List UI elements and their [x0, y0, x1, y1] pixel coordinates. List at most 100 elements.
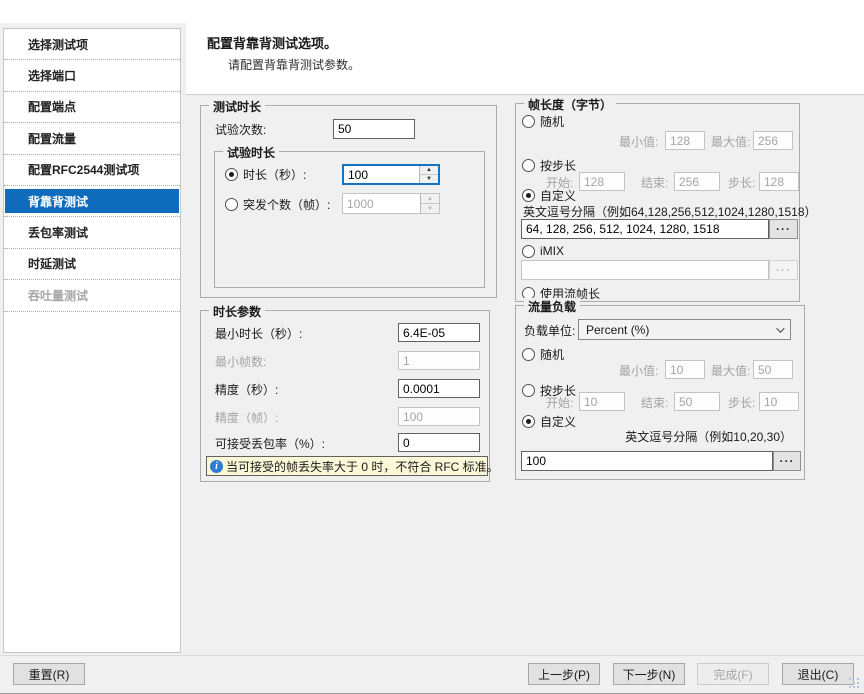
trials-input[interactable]	[333, 119, 415, 139]
radio-checked-icon	[522, 415, 535, 428]
sidebar-item-config-rfc2544[interactable]: 配置RFC2544测试项	[4, 155, 180, 186]
imix-browse-button: ···	[769, 260, 798, 280]
group-title: 试验时长	[223, 144, 279, 161]
radio-duration-seconds[interactable]: 时长（秒）:	[225, 166, 306, 183]
spin-down-icon[interactable]: ▼	[420, 175, 438, 183]
burst-frames-spinner: ▲ ▼	[342, 193, 440, 214]
radio-checked-icon	[522, 189, 535, 202]
next-button[interactable]: 下一步(N)	[613, 663, 685, 685]
frame-custom-hint: 英文逗号分隔（例如64,128,256,512,1024,1280,1518）	[523, 204, 817, 220]
radio-unchecked-icon	[522, 384, 535, 397]
sidebar-item-select-tests[interactable]: 选择测试项	[4, 29, 180, 60]
rfc-warning-text: 当可接受的帧丢失率大于 0 时，不符合 RFC 标准。	[226, 458, 499, 475]
min-label: 最小值:	[619, 134, 658, 150]
step-label: 步长:	[728, 175, 755, 191]
frame-min-input	[665, 131, 705, 150]
max-label: 最大值:	[711, 363, 750, 379]
load-custom-hint: 英文逗号分隔（例如10,20,30）	[625, 429, 792, 445]
chevron-down-icon	[776, 324, 784, 332]
radio-imix[interactable]: iMIX	[522, 244, 564, 258]
radio-label: 自定义	[540, 413, 576, 430]
load-end-input	[674, 392, 720, 411]
finish-button: 完成(F)	[697, 663, 769, 685]
precision-seconds-input[interactable]	[398, 379, 480, 398]
page-header: 配置背靠背测试选项。 请配置背靠背测试参数。	[186, 23, 864, 95]
duration-seconds-input[interactable]	[344, 166, 419, 183]
frame-step-input	[759, 172, 799, 191]
spin-up-icon[interactable]: ▲	[420, 166, 438, 175]
radio-frame-random[interactable]: 随机	[522, 113, 564, 130]
max-label: 最大值:	[711, 134, 750, 150]
load-unit-label: 负载单位:	[524, 323, 575, 339]
radio-label: 按步长	[540, 157, 576, 174]
load-min-input	[665, 360, 705, 379]
group-title: 帧长度（字节）	[524, 96, 616, 113]
frame-custom-browse-button[interactable]: ···	[769, 219, 798, 239]
trials-label: 试验次数:	[215, 122, 266, 138]
frame-end-input	[674, 172, 720, 191]
sidebar-item-back-to-back[interactable]: 背靠背测试	[4, 186, 180, 217]
load-start-input	[579, 392, 625, 411]
spin-up-icon: ▲	[421, 194, 439, 204]
radio-load-custom[interactable]: 自定义	[522, 413, 576, 430]
burst-frames-input	[343, 194, 420, 213]
info-icon: i	[210, 460, 223, 473]
load-custom-browse-button[interactable]: ···	[773, 451, 801, 471]
radio-label: 随机	[540, 346, 564, 363]
sidebar-item-label: 吞吐量测试	[4, 280, 180, 310]
sidebar-item-label: 配置RFC2544测试项	[4, 155, 180, 185]
radio-unchecked-icon	[522, 159, 535, 172]
radio-unchecked-icon	[522, 348, 535, 361]
prev-button[interactable]: 上一步(P)	[528, 663, 600, 685]
radio-frame-bystep[interactable]: 按步长	[522, 157, 576, 174]
radio-unchecked-icon	[522, 115, 535, 128]
precision-frames-label: 精度（帧）:	[215, 410, 278, 426]
load-unit-select[interactable]: Percent (%)	[578, 319, 791, 340]
load-unit-value: Percent (%)	[586, 323, 649, 337]
load-step-input	[759, 392, 799, 411]
radio-label: 突发个数（帧）:	[243, 196, 330, 213]
reset-button[interactable]: 重置(R)	[13, 663, 85, 685]
min-frames-input	[398, 351, 480, 370]
load-max-input	[753, 360, 793, 379]
min-duration-input[interactable]	[398, 323, 480, 342]
sidebar-item-frame-loss[interactable]: 丢包率测试	[4, 217, 180, 248]
top-band	[0, 0, 864, 23]
end-label: 结束:	[641, 395, 668, 411]
frame-custom-input[interactable]	[521, 219, 769, 239]
sidebar-item-label: 配置端点	[4, 92, 180, 122]
radio-unchecked-icon	[225, 198, 238, 211]
group-traffic-load: 流量负载 负载单位: Percent (%) 随机 最小值: 最大值: 按步长 …	[515, 305, 805, 480]
rfc-warning-bar: i 当可接受的帧丢失率大于 0 时，不符合 RFC 标准。	[206, 456, 488, 476]
sidebar-item-config-traffic[interactable]: 配置流量	[4, 123, 180, 154]
sidebar-item-select-ports[interactable]: 选择端口	[4, 60, 180, 91]
sidebar-item-config-endpoints[interactable]: 配置端点	[4, 92, 180, 123]
start-label: 开始:	[546, 395, 573, 411]
acceptable-loss-label: 可接受丢包率（%）:	[215, 436, 325, 452]
spinner-buttons: ▲ ▼	[420, 194, 439, 213]
radio-unchecked-icon	[522, 245, 535, 258]
radio-frame-custom[interactable]: 自定义	[522, 187, 576, 204]
page-subtitle: 请配置背靠背测试参数。	[228, 56, 360, 73]
sidebar-item-label: 选择测试项	[4, 29, 180, 59]
resize-grip-icon[interactable]	[849, 678, 861, 690]
acceptable-loss-input[interactable]	[398, 433, 480, 452]
radio-label: iMIX	[540, 244, 564, 258]
imix-input	[521, 260, 769, 280]
exit-button[interactable]: 退出(C)	[782, 663, 854, 685]
load-custom-input[interactable]	[521, 451, 773, 471]
duration-seconds-spinner[interactable]: ▲ ▼	[342, 164, 440, 185]
sidebar-item-latency[interactable]: 时延测试	[4, 249, 180, 280]
sidebar-item-throughput: 吞吐量测试	[4, 280, 180, 311]
precision-seconds-label: 精度（秒）:	[215, 382, 278, 398]
radio-load-random[interactable]: 随机	[522, 346, 564, 363]
sidebar-item-label: 选择端口	[4, 60, 180, 90]
spinner-buttons[interactable]: ▲ ▼	[419, 166, 438, 183]
group-title: 时长参数	[209, 303, 265, 320]
radio-checked-icon	[225, 168, 238, 181]
precision-frames-input	[398, 407, 480, 426]
group-title: 流量负载	[524, 298, 580, 315]
end-label: 结束:	[641, 175, 668, 191]
radio-burst-frames[interactable]: 突发个数（帧）:	[225, 196, 330, 213]
group-frame-length: 帧长度（字节） 随机 最小值: 最大值: 按步长 开始: 结束: 步长: 自定义…	[515, 103, 800, 302]
